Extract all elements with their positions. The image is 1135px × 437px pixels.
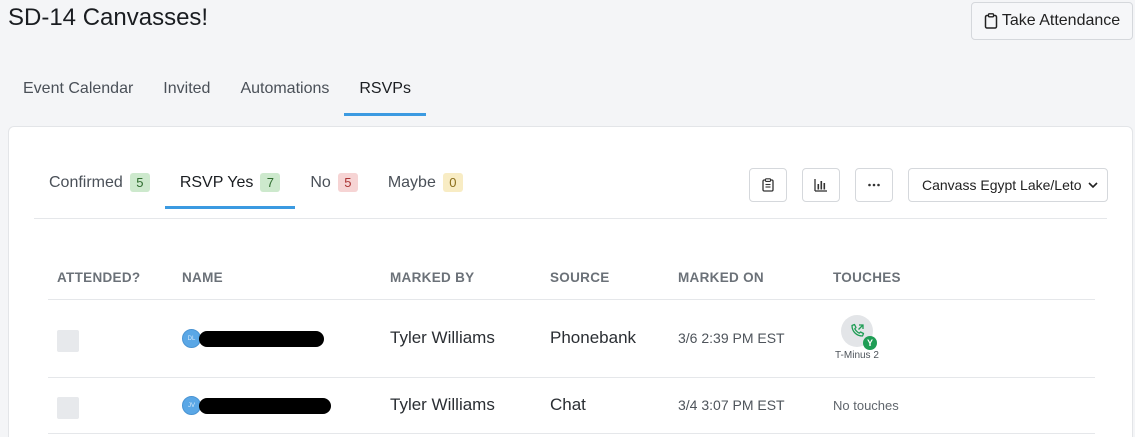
subtab-label: RSVP Yes xyxy=(179,174,254,191)
touch-badge: Y xyxy=(862,336,877,350)
col-marked-on[interactable]: MARKED ON xyxy=(669,257,824,300)
col-attended[interactable]: ATTENDED? xyxy=(48,257,173,300)
marked-on: 3/4 3:07 PM EST xyxy=(669,377,824,434)
name-cell[interactable]: JV xyxy=(173,377,381,434)
touch-label: T-Minus 2 xyxy=(835,350,879,361)
count-badge: 0 xyxy=(442,173,463,192)
count-badge: 7 xyxy=(260,173,281,192)
tab-event-calendar[interactable]: Event Calendar xyxy=(8,66,148,116)
chevron-down-icon xyxy=(1087,179,1099,191)
subtab-label: Confirmed xyxy=(49,174,123,191)
clipboard-icon xyxy=(762,178,774,192)
more-icon xyxy=(868,183,880,187)
source: Phonebank xyxy=(541,299,669,378)
attended-checkbox[interactable] xyxy=(57,397,79,419)
clipboard-icon xyxy=(984,13,998,29)
table-row: JV Tyler Williams Chat 3/4 3:07 PM EST N… xyxy=(48,377,1095,434)
page-title: SD-14 Canvasses! xyxy=(8,4,209,31)
marked-by: Tyler Williams xyxy=(381,377,541,434)
take-attendance-label: Take Attendance xyxy=(1001,12,1121,29)
table-header-row: ATTENDED? NAME MARKED BY SOURCE MARKED O… xyxy=(48,257,1095,300)
subtab-label: No xyxy=(310,174,331,191)
chart-button[interactable] xyxy=(802,168,840,202)
subtab-rsvp-yes[interactable]: RSVP Yes 7 xyxy=(164,167,296,209)
col-marked-by[interactable]: MARKED BY xyxy=(381,257,541,300)
event-select-value: Canvass Egypt Lake/Leto xyxy=(922,177,1082,193)
subtab-confirmed[interactable]: Confirmed 5 xyxy=(34,167,165,209)
table-row: DL Tyler Williams Phonebank 3/6 2:39 PM … xyxy=(48,299,1095,378)
marked-by: Tyler Williams xyxy=(381,299,541,378)
subtab-maybe[interactable]: Maybe 0 xyxy=(373,167,478,209)
attended-checkbox[interactable] xyxy=(57,330,79,352)
redacted-name xyxy=(199,397,331,414)
rsvp-sub-tabs: Confirmed 5 RSVP Yes 7 No 5 Maybe 0 xyxy=(34,167,478,209)
rsvp-table: ATTENDED? NAME MARKED BY SOURCE MARKED O… xyxy=(48,257,1095,434)
col-name[interactable]: NAME xyxy=(173,257,381,300)
subtab-no[interactable]: No 5 xyxy=(295,167,372,209)
source: Chat xyxy=(541,377,669,434)
divider xyxy=(34,218,1107,219)
subtab-label: Maybe xyxy=(387,174,436,191)
phone-icon: Y xyxy=(840,315,877,350)
rsvp-card: Confirmed 5 RSVP Yes 7 No 5 Maybe 0 Canv… xyxy=(8,126,1133,437)
count-badge: 5 xyxy=(337,173,358,192)
tab-rsvps[interactable]: RSVPs xyxy=(344,66,426,116)
event-select[interactable]: Canvass Egypt Lake/Leto xyxy=(908,168,1108,202)
name-cell[interactable]: DL xyxy=(173,299,381,378)
col-touches[interactable]: TOUCHES xyxy=(824,257,1095,300)
clipboard-button[interactable] xyxy=(749,168,787,202)
col-source[interactable]: SOURCE xyxy=(541,257,669,300)
count-badge: 5 xyxy=(129,173,150,192)
bar-chart-icon xyxy=(814,179,827,192)
touch-item[interactable]: Y T-Minus 2 xyxy=(835,315,879,361)
no-touches: No touches xyxy=(824,377,1095,434)
take-attendance-button[interactable]: Take Attendance xyxy=(971,2,1133,40)
tab-automations[interactable]: Automations xyxy=(225,66,344,116)
more-options-button[interactable] xyxy=(855,168,893,202)
main-tabs: Event Calendar Invited Automations RSVPs xyxy=(8,66,426,116)
redacted-name xyxy=(199,330,324,347)
tab-invited[interactable]: Invited xyxy=(148,66,225,116)
marked-on: 3/6 2:39 PM EST xyxy=(669,299,824,378)
